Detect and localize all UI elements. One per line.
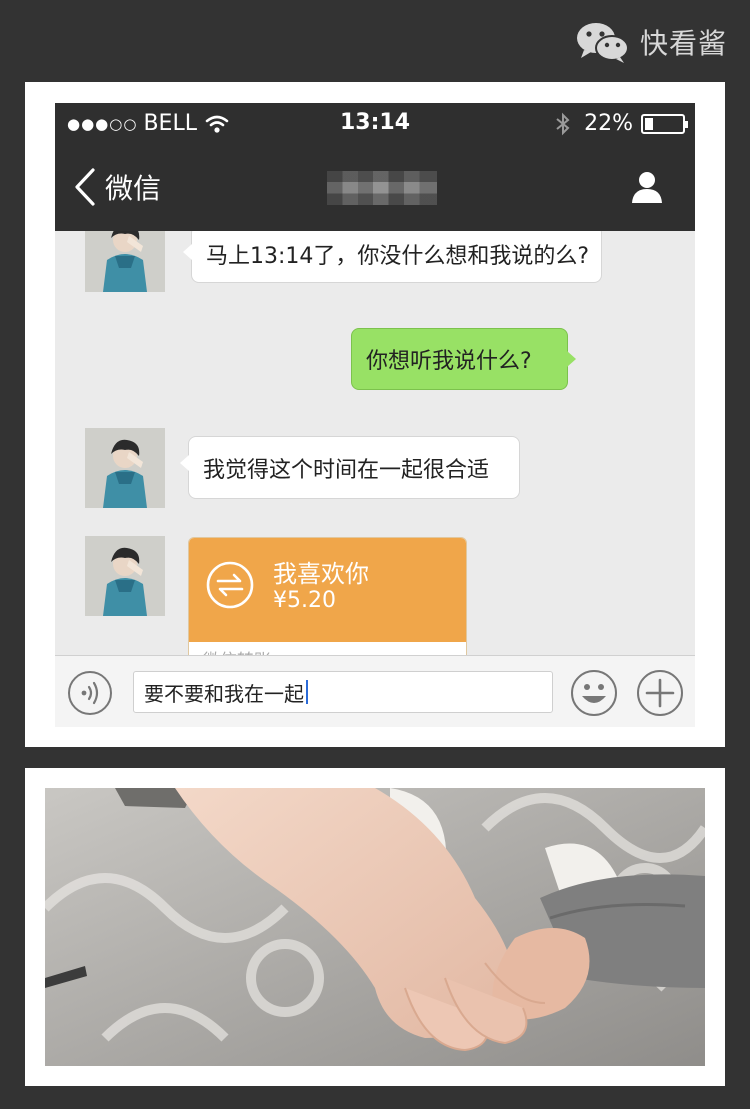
chat-area[interactable]: 马上13:14了，你没什么想和我说的么? 你想听我说什么? 我觉得这个时间在一起…: [55, 231, 695, 655]
message-input-value: 要不要和我在一起: [144, 681, 304, 706]
voice-icon[interactable]: [67, 670, 113, 716]
plus-icon[interactable]: [635, 668, 685, 718]
status-right: 22%: [554, 111, 688, 136]
hands-photo-illustration: [45, 788, 705, 1066]
message-text: 你想听我说什么?: [366, 349, 532, 374]
status-bar: ●●●○○ BELL 13:14 22%: [55, 103, 695, 143]
avatar-illustration: [85, 428, 165, 508]
message-text: 马上13:14了，你没什么想和我说的么?: [206, 244, 590, 269]
battery-percent: 22%: [584, 111, 633, 136]
avatar[interactable]: [85, 428, 165, 508]
watermark-text: 快看酱: [640, 27, 728, 60]
back-label: 微信: [105, 172, 162, 205]
smiley-icon[interactable]: [569, 668, 619, 718]
battery-icon: [641, 113, 688, 134]
hands-photo: [45, 788, 705, 1066]
message-input[interactable]: 要不要和我在一起: [133, 671, 553, 713]
transfer-arrows-icon: [206, 561, 254, 609]
wechat-logo-icon: [577, 23, 629, 63]
message-bubble[interactable]: 马上13:14了，你没什么想和我说的么?: [183, 231, 602, 283]
message-bubble[interactable]: 我觉得这个时间在一起很合适: [180, 436, 520, 499]
avatar-illustration: [85, 231, 165, 292]
person-icon[interactable]: [629, 169, 665, 205]
nav-bar: 微信: [55, 143, 695, 231]
message-text: 我觉得这个时间在一起很合适: [203, 457, 490, 483]
message-bubble-sent[interactable]: 你想听我说什么?: [351, 328, 576, 390]
avatar[interactable]: [85, 231, 165, 292]
bluetooth-icon: [556, 112, 570, 135]
transfer-footer: 微信转账: [203, 646, 271, 655]
battery-level: [645, 117, 653, 130]
contact-name-blurred: [327, 171, 437, 205]
avatar[interactable]: [85, 536, 165, 616]
input-bar: 要不要和我在一起: [55, 655, 695, 727]
transfer-note: 我喜欢你: [273, 560, 369, 588]
chevron-left-icon: [75, 168, 95, 206]
text-caret: [306, 680, 308, 704]
avatar-illustration: [85, 536, 165, 616]
transfer-card[interactable]: 我喜欢你 ¥5.20 微信转账: [188, 537, 467, 655]
transfer-amount: ¥5.20: [273, 588, 336, 613]
watermark: 快看酱: [574, 20, 727, 64]
phone-screen: ●●●○○ BELL 13:14 22% 微信 马上13:14了，你没什么想和我…: [55, 103, 695, 727]
back-button[interactable]: 微信: [73, 167, 161, 207]
